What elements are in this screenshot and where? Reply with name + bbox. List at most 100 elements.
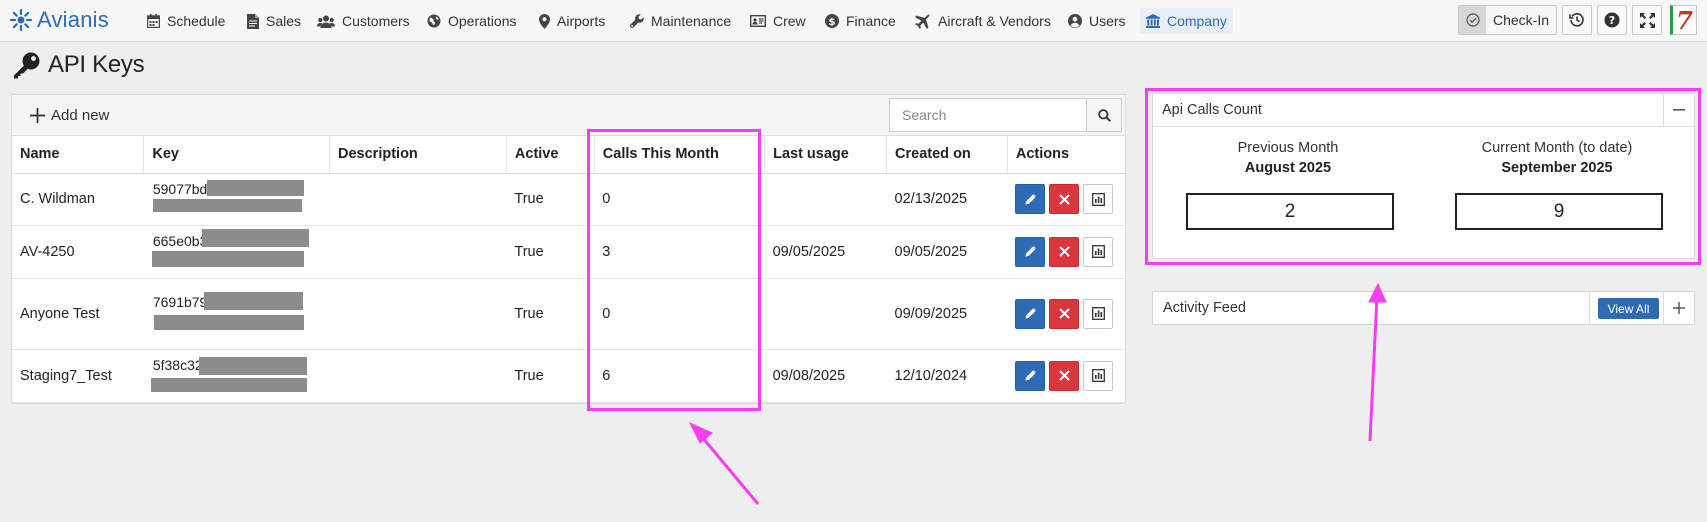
plus-icon [1673, 302, 1685, 314]
search-input[interactable] [889, 98, 1087, 132]
edit-button[interactable] [1015, 360, 1046, 391]
cell-last-usage: 09/05/2025 [764, 225, 887, 279]
nav-item-airports[interactable]: Airports [535, 8, 609, 34]
cell-name: Staging7_Test [12, 349, 144, 403]
bar-chart-icon [1091, 369, 1105, 382]
api-keys-table: Name Key Description Active Calls This M… [12, 136, 1125, 403]
collapse-button[interactable] [1663, 94, 1694, 126]
edit-button[interactable] [1015, 298, 1046, 329]
column-header-key[interactable]: Key [143, 136, 331, 174]
key-prefix: 59077bd [152, 180, 208, 197]
nav-item-finance[interactable]: $ Finance [821, 8, 900, 34]
divider [1589, 292, 1590, 324]
previous-month-column: Previous Month August 2025 [1153, 140, 1423, 176]
nav-item-label: Customers [342, 13, 410, 29]
key-prefix: 5f38c32 [152, 356, 203, 373]
close-icon [1059, 370, 1070, 381]
current-month-label: Current Month (to date) [1481, 140, 1633, 156]
history-button[interactable] [1562, 5, 1592, 35]
users-icon [317, 15, 335, 28]
redaction-block [203, 291, 303, 310]
cell-calls-this-month: 0 [594, 173, 765, 226]
usage-stats-button[interactable] [1083, 236, 1114, 267]
usage-stats-button[interactable] [1083, 360, 1114, 391]
delete-button[interactable] [1049, 236, 1080, 267]
column-header-last-usage[interactable]: Last usage [764, 136, 888, 174]
bar-chart-icon [1091, 245, 1105, 258]
cell-created-on: 12/10/2024 [886, 349, 1008, 403]
nav-item-label: Company [1167, 13, 1227, 29]
help-button[interactable]: ? [1597, 5, 1627, 35]
bank-icon [1146, 14, 1160, 28]
nav-item-schedule[interactable]: Schedule [143, 8, 229, 34]
column-header-created-on[interactable]: Created on [886, 136, 1008, 174]
cell-description [329, 349, 507, 403]
current-month-column: Current Month (to date) September 2025 [1422, 140, 1692, 176]
edit-button[interactable] [1015, 184, 1046, 214]
activity-feed-title: Activity Feed [1163, 300, 1246, 316]
cell-name: C. Wildman [12, 173, 144, 226]
redaction-block [153, 314, 304, 330]
id-card-icon [750, 15, 766, 27]
nav-item-sales[interactable]: Sales [243, 8, 305, 34]
column-header-name[interactable]: Name [12, 136, 145, 174]
pencil-icon [1025, 246, 1036, 257]
bar-chart-icon [1091, 192, 1105, 206]
api-keys-panel: Add new Name Key Description Active Call… [11, 94, 1126, 404]
nav-item-aircraft-vendors[interactable]: Aircraft & Vendors [910, 8, 1055, 34]
top-navigation: Avianis Schedule Sales Customers Operati… [0, 0, 1707, 42]
search-icon [1097, 108, 1111, 122]
cell-active: True [506, 225, 595, 279]
check-in-button[interactable]: Check-In [1458, 5, 1557, 35]
search-button[interactable] [1086, 98, 1122, 132]
previous-month-count: 2 [1186, 193, 1394, 230]
nav-item-label: Aircraft & Vendors [938, 13, 1051, 29]
app-logo[interactable]: Avianis [9, 6, 109, 34]
key-prefix: 7691b79 [152, 293, 208, 310]
nav-item-label: Schedule [167, 13, 226, 29]
view-all-button[interactable]: View All [1598, 298, 1659, 319]
current-month-name: September 2025 [1501, 160, 1613, 176]
svg-text:$: $ [829, 17, 836, 28]
cell-created-on: 09/09/2025 [886, 278, 1008, 350]
usage-stats-button[interactable] [1083, 184, 1114, 214]
edit-button[interactable] [1015, 236, 1046, 267]
seven-badge[interactable]: 7 [1670, 5, 1697, 35]
cell-actions [1007, 278, 1125, 350]
add-new-button[interactable]: Add new [30, 103, 109, 127]
delete-button[interactable] [1049, 298, 1080, 329]
usage-stats-button[interactable] [1083, 298, 1114, 329]
redaction-block [201, 228, 309, 247]
cell-created-on: 09/05/2025 [886, 225, 1008, 279]
column-header-active[interactable]: Active [506, 136, 595, 174]
nav-item-crew[interactable]: Crew [746, 8, 810, 34]
delete-button[interactable] [1049, 184, 1080, 214]
column-header-calls-this-month[interactable]: Calls This Month [594, 136, 766, 174]
cell-calls-this-month: 3 [594, 225, 765, 279]
nav-item-maintenance[interactable]: Maintenance [626, 8, 735, 34]
check-circle-icon [1459, 6, 1486, 34]
svg-text:?: ? [1609, 14, 1615, 27]
nav-item-operations[interactable]: Operations [423, 8, 520, 34]
nav-item-users[interactable]: Users [1064, 8, 1130, 34]
delete-button[interactable] [1049, 360, 1080, 391]
column-header-description[interactable]: Description [329, 136, 507, 174]
close-icon [1059, 308, 1070, 319]
cell-key: 59077bd [143, 173, 330, 226]
nav-item-label: Airports [557, 13, 606, 29]
cell-description [329, 278, 507, 350]
add-new-label: Add new [51, 106, 110, 124]
cell-last-usage [764, 278, 887, 350]
globe-icon [427, 14, 441, 28]
redaction-block [206, 179, 304, 196]
plane-icon [915, 13, 930, 29]
nav-item-customers[interactable]: Customers [313, 8, 414, 34]
fullscreen-button[interactable] [1632, 5, 1662, 35]
cell-actions [1007, 173, 1125, 226]
dollar-icon: $ [825, 14, 839, 28]
fullscreen-icon [1639, 12, 1655, 28]
expand-button[interactable] [1663, 292, 1694, 324]
nav-item-company[interactable]: Company [1140, 8, 1233, 34]
cell-actions [1007, 225, 1125, 279]
nav-item-label: Crew [773, 13, 806, 29]
